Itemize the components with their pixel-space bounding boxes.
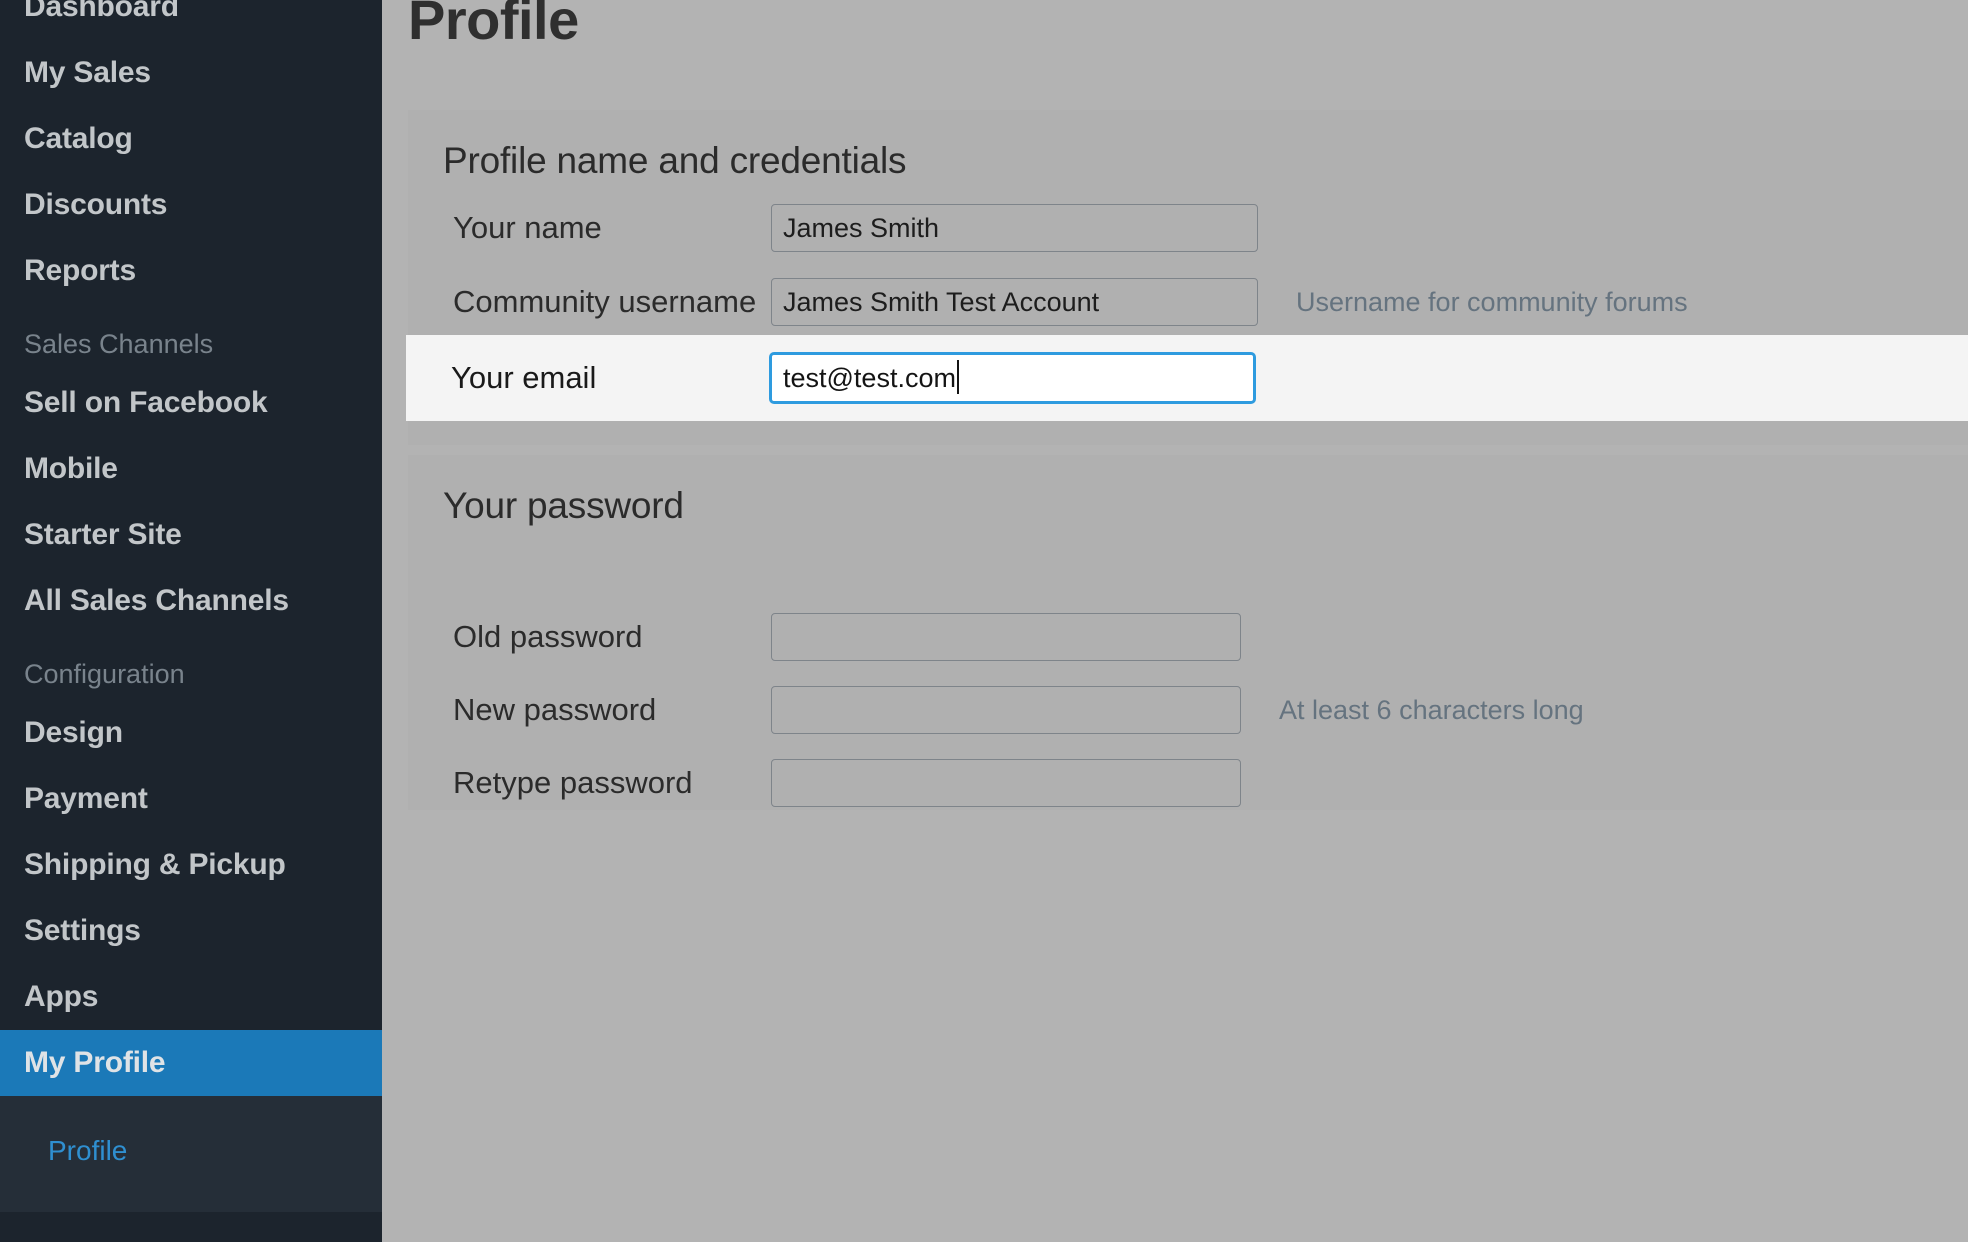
text-cursor	[956, 360, 959, 394]
sidebar-item-label: All Sales Channels	[24, 584, 289, 617]
label-your-email: Your email	[451, 360, 597, 395]
sidebar-item-payment[interactable]: Payment	[0, 766, 382, 832]
sidebar-item-label: Reports	[24, 254, 136, 287]
panel-profile-credentials: Profile name and credentials Your name J…	[406, 110, 1968, 445]
form-row-old-password: Old password	[408, 600, 1968, 674]
sidebar-item-dashboard[interactable]: Dashboard	[0, 0, 382, 40]
section-heading-credentials: Profile name and credentials	[443, 140, 907, 181]
sidebar-item-label: Dashboard	[24, 0, 179, 23]
sidebar-item-design[interactable]: Design	[0, 700, 382, 766]
sidebar-item-settings[interactable]: Settings	[0, 898, 382, 964]
app-window: Dashboard My Sales Catalog Discounts Rep…	[0, 0, 1968, 1242]
label-new-password: New password	[453, 692, 657, 727]
sidebar-item-label: Settings	[24, 914, 141, 947]
hint-community-username: Username for community forums	[1296, 286, 1688, 317]
sidebar-item-all-sales-channels[interactable]: All Sales Channels	[0, 568, 382, 634]
sidebar-item-my-profile[interactable]: My Profile	[0, 1030, 382, 1096]
form-row-retype-password: Retype password	[408, 746, 1968, 820]
sidebar-subitem-label: Profile	[48, 1135, 128, 1166]
sidebar-item-mobile[interactable]: Mobile	[0, 436, 382, 502]
sidebar-item-label: My Profile	[24, 1046, 166, 1079]
form-row-your-name: Your name James Smith	[408, 191, 1968, 265]
label-community-username: Community username	[453, 284, 757, 319]
section-heading-password: Your password	[443, 485, 684, 526]
sidebar-item-label: Mobile	[24, 452, 118, 485]
sidebar-item-label: Discounts	[24, 188, 168, 221]
sidebar-item-sell-on-facebook[interactable]: Sell on Facebook	[0, 370, 382, 436]
sidebar-item-label: Catalog	[24, 122, 133, 155]
form-row-new-password: New password At least 6 characters long	[408, 673, 1968, 747]
sidebar-item-label: Sell on Facebook	[24, 386, 268, 419]
sidebar-item-discounts[interactable]: Discounts	[0, 172, 382, 238]
sidebar-item-my-sales[interactable]: My Sales	[0, 40, 382, 106]
sidebar-item-label: Apps	[24, 980, 99, 1013]
page-title: Profile	[408, 0, 579, 51]
input-retype-password[interactable]	[771, 759, 1241, 807]
label-your-name: Your name	[453, 210, 602, 245]
sidebar-item-starter-site[interactable]: Starter Site	[0, 502, 382, 568]
sidebar-item-label: Shipping & Pickup	[24, 848, 286, 881]
main-content: Profile Profile name and credentials You…	[382, 0, 1968, 1242]
sidebar-subnav-my-profile: Profile	[0, 1096, 382, 1212]
sidebar-item-label: My Sales	[24, 56, 151, 89]
sidebar-item-label: Design	[24, 716, 123, 749]
input-your-email[interactable]: test@test.com	[769, 352, 1256, 404]
label-old-password: Old password	[453, 619, 643, 654]
form-row-your-email: Your email test@test.com	[406, 335, 1968, 421]
input-community-username[interactable]: James Smith Test Account	[771, 278, 1258, 326]
sidebar-scroll-area: Dashboard My Sales Catalog Discounts Rep…	[0, 0, 382, 1212]
sidebar-item-catalog[interactable]: Catalog	[0, 106, 382, 172]
sidebar-section-label: Configuration	[24, 659, 185, 689]
sidebar-section-label: Sales Channels	[24, 329, 214, 359]
input-new-password[interactable]	[771, 686, 1241, 734]
sidebar-navigation: Dashboard My Sales Catalog Discounts Rep…	[0, 0, 382, 1242]
label-retype-password: Retype password	[453, 765, 693, 800]
input-your-name[interactable]: James Smith	[771, 204, 1258, 252]
input-your-email-value: test@test.com	[783, 363, 956, 393]
sidebar-section-configuration: Configuration	[0, 634, 382, 700]
sidebar-section-sales-channels: Sales Channels	[0, 304, 382, 370]
sidebar-item-label: Payment	[24, 782, 148, 815]
panel-your-password: Your password Old password New password …	[408, 455, 1968, 810]
hint-new-password: At least 6 characters long	[1279, 694, 1584, 725]
sidebar-subitem-profile[interactable]: Profile	[0, 1120, 382, 1182]
sidebar-item-shipping-and-pickup[interactable]: Shipping & Pickup	[0, 832, 382, 898]
sidebar-item-reports[interactable]: Reports	[0, 238, 382, 304]
input-old-password[interactable]	[771, 613, 1241, 661]
form-row-community-username: Community username James Smith Test Acco…	[408, 265, 1968, 339]
sidebar-item-apps[interactable]: Apps	[0, 964, 382, 1030]
sidebar-item-label: Starter Site	[24, 518, 182, 551]
